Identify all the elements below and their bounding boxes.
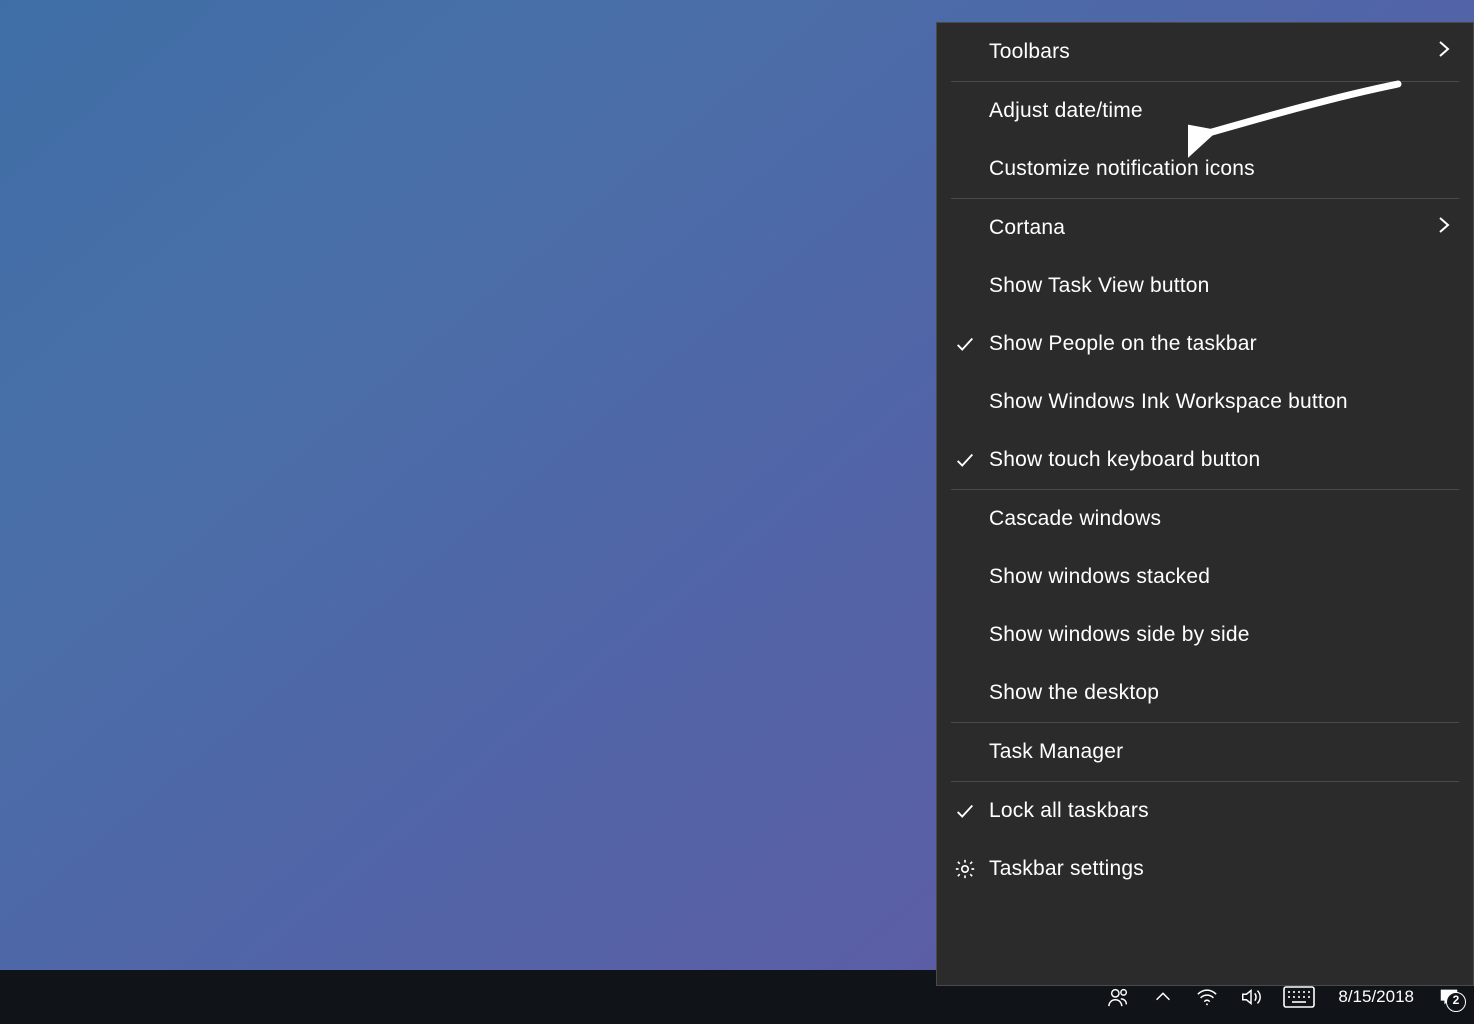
menu-item-label: Customize notification icons bbox=[989, 157, 1255, 181]
menu-item-adjust-date-time[interactable]: Adjust date/time bbox=[937, 82, 1473, 140]
gear-icon bbox=[951, 840, 979, 898]
action-center-badge: 2 bbox=[1446, 992, 1466, 1012]
menu-item-show-windows-side-by-side[interactable]: Show windows side by side bbox=[937, 606, 1473, 664]
touch-keyboard-icon[interactable] bbox=[1282, 984, 1316, 1010]
wifi-icon[interactable] bbox=[1194, 984, 1220, 1010]
menu-item-label: Show windows side by side bbox=[989, 623, 1250, 647]
menu-item-show-windows-ink-workspace-button[interactable]: Show Windows Ink Workspace button bbox=[937, 373, 1473, 431]
menu-item-show-touch-keyboard-button[interactable]: Show touch keyboard button bbox=[937, 431, 1473, 489]
menu-item-cascade-windows[interactable]: Cascade windows bbox=[937, 490, 1473, 548]
check-icon bbox=[951, 315, 979, 373]
check-icon bbox=[951, 431, 979, 489]
menu-item-label: Show the desktop bbox=[989, 681, 1159, 705]
menu-item-taskbar-settings[interactable]: Taskbar settings bbox=[937, 840, 1473, 898]
check-icon bbox=[951, 782, 979, 840]
people-icon[interactable] bbox=[1106, 984, 1132, 1010]
menu-item-label: Taskbar settings bbox=[989, 857, 1144, 881]
action-center-icon[interactable]: 2 bbox=[1436, 984, 1462, 1010]
menu-item-label: Show People on the taskbar bbox=[989, 332, 1257, 356]
menu-item-task-manager[interactable]: Task Manager bbox=[937, 723, 1473, 781]
chevron-right-icon bbox=[1437, 38, 1451, 66]
menu-item-customize-notification-icons[interactable]: Customize notification icons bbox=[937, 140, 1473, 198]
taskbar-clock[interactable]: 8/15/2018 bbox=[1338, 987, 1414, 1007]
volume-icon[interactable] bbox=[1238, 984, 1264, 1010]
menu-item-label: Show touch keyboard button bbox=[989, 448, 1260, 472]
taskbar-date: 8/15/2018 bbox=[1338, 987, 1414, 1007]
menu-item-label: Cortana bbox=[989, 216, 1065, 240]
menu-item-label: Show Task View button bbox=[989, 274, 1210, 298]
menu-item-show-task-view-button[interactable]: Show Task View button bbox=[937, 257, 1473, 315]
menu-item-cortana[interactable]: Cortana bbox=[937, 199, 1473, 257]
menu-item-label: Lock all taskbars bbox=[989, 799, 1149, 823]
show-hidden-icons-chevron-icon[interactable] bbox=[1150, 984, 1176, 1010]
menu-item-label: Task Manager bbox=[989, 740, 1123, 764]
menu-item-label: Show Windows Ink Workspace button bbox=[989, 390, 1348, 414]
menu-item-toolbars[interactable]: Toolbars bbox=[937, 23, 1473, 81]
menu-item-show-windows-stacked[interactable]: Show windows stacked bbox=[937, 548, 1473, 606]
menu-item-show-people-on-taskbar[interactable]: Show People on the taskbar bbox=[937, 315, 1473, 373]
menu-item-lock-all-taskbars[interactable]: Lock all taskbars bbox=[937, 782, 1473, 840]
menu-item-label: Toolbars bbox=[989, 40, 1070, 64]
menu-item-show-the-desktop[interactable]: Show the desktop bbox=[937, 664, 1473, 722]
menu-item-label: Cascade windows bbox=[989, 507, 1161, 531]
taskbar-context-menu: Toolbars Adjust date/time Customize noti… bbox=[936, 22, 1474, 986]
chevron-right-icon bbox=[1437, 214, 1451, 242]
menu-item-label: Adjust date/time bbox=[989, 99, 1143, 123]
menu-item-label: Show windows stacked bbox=[989, 565, 1210, 589]
